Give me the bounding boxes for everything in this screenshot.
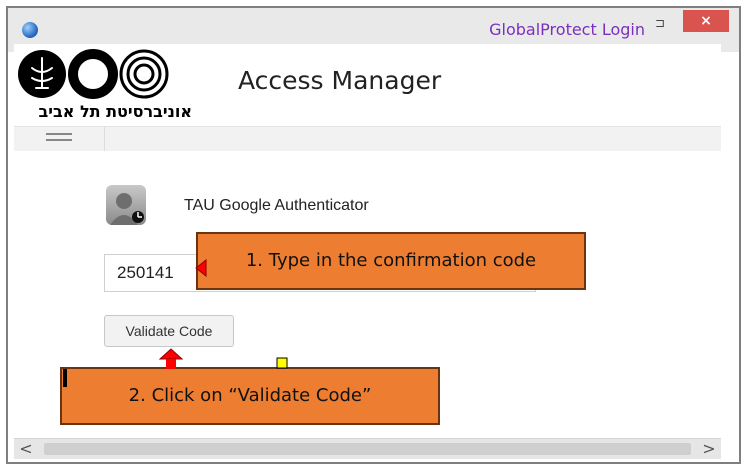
authenticator-user-icon [106,185,146,225]
validate-code-button[interactable]: Validate Code [104,315,234,347]
authenticator-label: TAU Google Authenticator [184,197,369,214]
nav-bar [14,126,721,151]
instruction-callout-step2: 2. Click on “Validate Code” [60,367,440,425]
university-logo-text: אוניברסיטת תל אביב [38,102,193,121]
scroll-thumb[interactable] [44,443,691,455]
window-title: GlobalProtect Login [489,20,645,39]
instruction-callout-step1: 1. Type in the confirmation code [196,232,586,290]
scroll-right-icon[interactable]: > [699,439,719,459]
restore-button[interactable]: ⊐ [653,16,667,30]
scroll-left-icon[interactable]: < [16,439,36,459]
close-button[interactable]: × [683,10,729,32]
nav-divider [104,127,105,151]
globe-icon [22,22,38,38]
horizontal-scrollbar[interactable]: < > [14,438,721,459]
hamburger-icon[interactable] [46,133,72,145]
page-title: Access Manager [238,66,442,95]
page-header: אוניברסיטת תל אביב Access Manager [14,44,721,126]
